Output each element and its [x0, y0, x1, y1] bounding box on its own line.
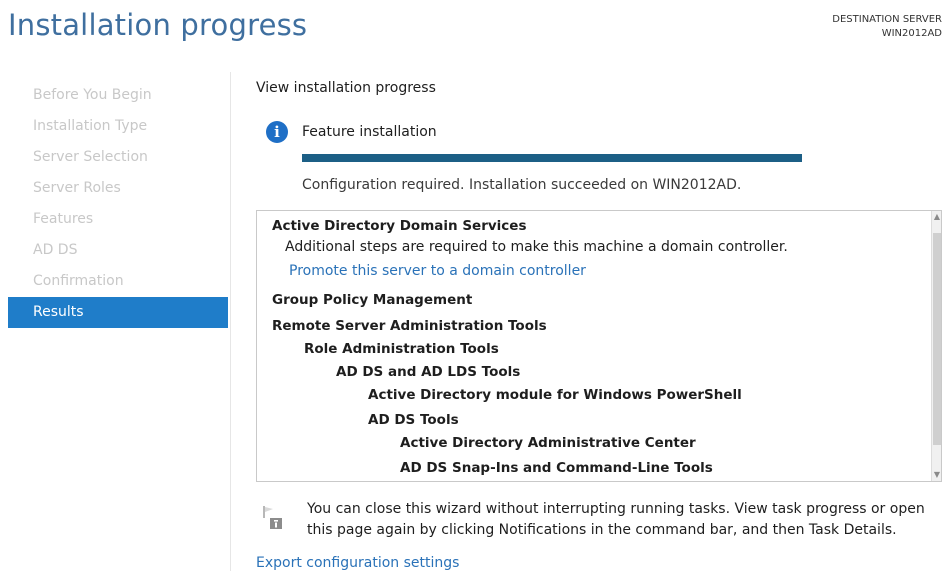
- sidebar-divider: [230, 72, 231, 571]
- results-scrollbar[interactable]: ▲ ▼: [931, 211, 941, 481]
- result-ad-ds: Active Directory Domain Services: [272, 218, 527, 234]
- result-ad-ds-snapins: AD DS Snap-Ins and Command-Line Tools: [400, 460, 713, 476]
- section-heading: View installation progress: [256, 80, 436, 96]
- scroll-up-arrow-icon[interactable]: ▲: [932, 211, 941, 223]
- export-configuration-link[interactable]: Export configuration settings: [256, 555, 459, 571]
- result-role-admin-tools: Role Administration Tools: [304, 341, 499, 357]
- sidebar-item-ad-ds: AD DS: [33, 242, 78, 258]
- feature-installation-label: Feature installation: [302, 124, 437, 140]
- installation-progress-bar: [302, 154, 802, 162]
- results-list: Active Directory Domain Services Additio…: [257, 211, 931, 481]
- wizard-sidebar: Before You Begin Installation Type Serve…: [8, 80, 228, 328]
- result-ad-ds-note: Additional steps are required to make th…: [285, 239, 788, 255]
- promote-dc-link[interactable]: Promote this server to a domain controll…: [289, 263, 586, 279]
- sidebar-item-confirmation: Confirmation: [33, 273, 124, 289]
- sidebar-item-server-selection: Server Selection: [33, 149, 148, 165]
- sidebar-item-before-you-begin: Before You Begin: [33, 87, 152, 103]
- result-rsat: Remote Server Administration Tools: [272, 318, 547, 334]
- sidebar-item-results[interactable]: Results: [8, 297, 228, 328]
- installation-status-text: Configuration required. Installation suc…: [302, 177, 742, 193]
- sidebar-item-server-roles: Server Roles: [33, 180, 121, 196]
- scroll-down-arrow-icon[interactable]: ▼: [932, 469, 941, 481]
- flag-note-icon: [263, 506, 282, 529]
- main-content: View installation progress i Feature ins…: [256, 0, 942, 571]
- info-icon: i: [266, 121, 288, 143]
- sidebar-item-installation-type: Installation Type: [33, 118, 148, 134]
- scrollbar-thumb[interactable]: [933, 233, 941, 445]
- result-ad-ds-ad-lds-tools: AD DS and AD LDS Tools: [336, 364, 521, 380]
- result-ad-powershell-module: Active Directory module for Windows Powe…: [368, 387, 742, 403]
- results-list-box[interactable]: Active Directory Domain Services Additio…: [256, 210, 942, 482]
- progress-bar-fill: [302, 154, 802, 162]
- close-wizard-note: You can close this wizard without interr…: [307, 501, 925, 538]
- result-ad-admin-center: Active Directory Administrative Center: [400, 435, 696, 451]
- sidebar-item-features: Features: [33, 211, 94, 227]
- result-ad-ds-tools: AD DS Tools: [368, 412, 459, 428]
- result-gpm: Group Policy Management: [272, 292, 473, 308]
